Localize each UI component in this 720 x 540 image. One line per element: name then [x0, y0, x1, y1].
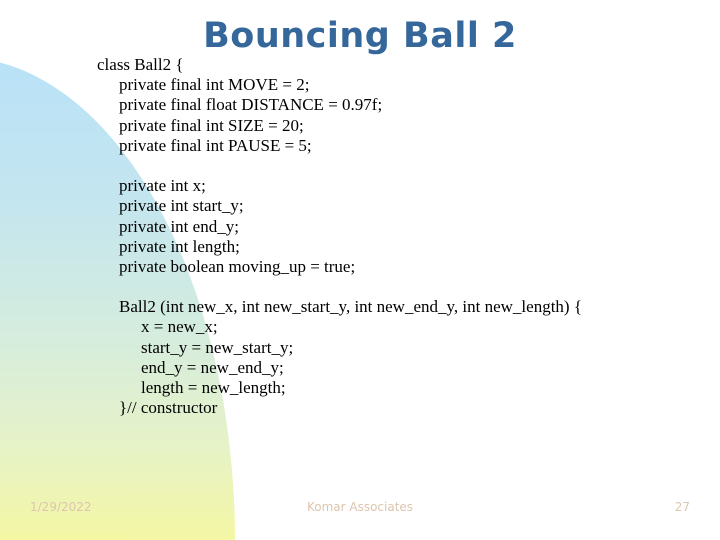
code-block: class Ball2 {private final int MOVE = 2;…: [97, 55, 709, 418]
code-line: class Ball2 {: [97, 55, 184, 74]
slide-footer: 1/29/2022 Komar Associates 27: [0, 500, 720, 520]
code-line: }// constructor: [119, 398, 218, 418]
page-title: Bouncing Ball 2: [203, 16, 517, 56]
code-line: Ball2 (int new_x, int new_start_y, int n…: [119, 297, 582, 317]
footer-organization: Komar Associates: [306, 500, 414, 514]
footer-page-number: 27: [674, 500, 690, 514]
code-line: private int x;: [119, 176, 206, 196]
code-line: end_y = new_end_y;: [141, 357, 284, 377]
code-line: private int end_y;: [119, 216, 239, 236]
code-line: private int length;: [119, 236, 240, 256]
code-line: private final float DISTANCE = 0.97f;: [119, 95, 383, 115]
slide-canvas: Bouncing Ball 2 class Ball2 {private fin…: [0, 0, 720, 540]
code-line: x = new_x;: [141, 317, 218, 337]
code-line: private final int SIZE = 20;: [119, 115, 304, 135]
code-line: private final int MOVE = 2;: [119, 75, 310, 95]
code-line: private boolean moving_up = true;: [119, 256, 356, 276]
code-line: private int start_y;: [119, 196, 244, 216]
code-line: length = new_length;: [141, 378, 286, 397]
code-line: private final int PAUSE = 5;: [119, 135, 312, 155]
code-line: start_y = new_start_y;: [141, 337, 294, 357]
